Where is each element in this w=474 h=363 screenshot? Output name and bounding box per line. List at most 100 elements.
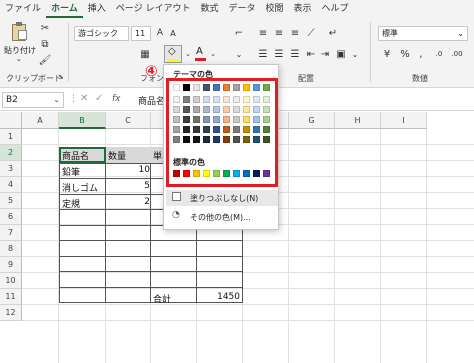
theme-shade-swatch[interactable]: [203, 106, 210, 113]
orientation-icon[interactable]: ⌐: [232, 27, 246, 40]
theme-shade-swatch[interactable]: [233, 126, 240, 133]
menu-insert[interactable]: 挿入: [83, 0, 111, 18]
menu-file[interactable]: ファイル: [0, 0, 46, 18]
standard-color-swatch[interactable]: [203, 170, 210, 177]
percent-icon[interactable]: %: [398, 48, 412, 61]
align-bottom-icon[interactable]: ≡: [288, 27, 302, 40]
borders-icon[interactable]: ▦: [138, 48, 152, 61]
insert-function-icon[interactable]: fx: [112, 94, 121, 104]
row-header-4[interactable]: 4: [0, 177, 22, 193]
name-box[interactable]: B2 ⌄: [2, 92, 64, 108]
align-left-icon[interactable]: ☰: [256, 48, 270, 61]
cut-icon[interactable]: ✂: [38, 22, 52, 35]
cell-c4[interactable]: 5: [106, 181, 150, 191]
column-header-i[interactable]: I: [381, 112, 427, 129]
cell-d11[interactable]: 合計: [153, 292, 171, 305]
copy-icon[interactable]: ⧉: [38, 38, 52, 51]
theme-shade-swatch[interactable]: [263, 96, 270, 103]
menu-page-layout[interactable]: ページ レイアウト: [111, 0, 196, 18]
theme-shade-swatch[interactable]: [213, 116, 220, 123]
select-all-corner[interactable]: [0, 112, 22, 129]
column-header-h[interactable]: H: [335, 112, 381, 129]
font-size-select[interactable]: 11: [131, 26, 151, 41]
align-top-icon[interactable]: ≡: [256, 27, 270, 40]
standard-color-swatch[interactable]: [173, 170, 180, 177]
theme-shade-swatch[interactable]: [213, 136, 220, 143]
theme-shade-swatch[interactable]: [233, 96, 240, 103]
row-header-6[interactable]: 6: [0, 209, 22, 225]
theme-shade-swatch[interactable]: [223, 106, 230, 113]
theme-shade-swatch[interactable]: [223, 96, 230, 103]
theme-color-swatch[interactable]: [263, 84, 270, 91]
no-fill-option[interactable]: 塗りつぶしなし(N): [166, 190, 278, 206]
theme-shade-swatch[interactable]: [203, 136, 210, 143]
theme-shade-swatch[interactable]: [223, 126, 230, 133]
chevron-down-icon[interactable]: ⌄: [348, 48, 362, 61]
standard-color-swatch[interactable]: [243, 170, 250, 177]
column-header-a[interactable]: A: [22, 112, 59, 129]
theme-shade-swatch[interactable]: [203, 126, 210, 133]
cell-c3[interactable]: 10: [106, 165, 150, 175]
decrease-decimal-icon[interactable]: .00: [450, 48, 464, 61]
theme-color-swatch[interactable]: [213, 84, 220, 91]
standard-color-swatch[interactable]: [253, 170, 260, 177]
row-header-7[interactable]: 7: [0, 225, 22, 241]
cell-c2[interactable]: 数量: [108, 149, 126, 162]
theme-shade-swatch[interactable]: [223, 116, 230, 123]
theme-color-swatch[interactable]: [233, 84, 240, 91]
increase-indent-icon[interactable]: ⇥: [318, 48, 332, 61]
theme-shade-swatch[interactable]: [213, 106, 220, 113]
menu-formulas[interactable]: 数式: [195, 0, 223, 18]
theme-shade-swatch[interactable]: [193, 126, 200, 133]
theme-shade-swatch[interactable]: [243, 106, 250, 113]
standard-color-swatch[interactable]: [233, 170, 240, 177]
fill-color-dropdown-icon[interactable]: ⌄: [181, 48, 195, 61]
theme-shade-swatch[interactable]: [173, 96, 180, 103]
align-middle-icon[interactable]: ≡: [272, 27, 286, 40]
shrink-font-icon[interactable]: A: [166, 27, 180, 40]
column-header-g[interactable]: G: [289, 112, 335, 129]
theme-shade-swatch[interactable]: [203, 116, 210, 123]
theme-color-swatch[interactable]: [173, 84, 180, 91]
align-center-icon[interactable]: ☰: [272, 48, 286, 61]
theme-color-swatch[interactable]: [203, 84, 210, 91]
row-header-1[interactable]: 1: [0, 129, 22, 145]
theme-shade-swatch[interactable]: [253, 116, 260, 123]
theme-shade-swatch[interactable]: [243, 116, 250, 123]
theme-shade-swatch[interactable]: [263, 106, 270, 113]
theme-color-swatch[interactable]: [243, 84, 250, 91]
wrap-text-icon[interactable]: ↵: [326, 27, 340, 40]
cell-d2[interactable]: 単: [153, 149, 162, 162]
menu-review[interactable]: 校閲: [260, 0, 288, 18]
menu-data[interactable]: データ: [223, 0, 260, 18]
row-header-5[interactable]: 5: [0, 193, 22, 209]
fill-color-button[interactable]: ◇: [164, 45, 182, 63]
menu-help[interactable]: ヘルプ: [317, 0, 354, 18]
column-header-c[interactable]: C: [106, 112, 151, 129]
enter-icon[interactable]: ✓: [95, 93, 103, 104]
theme-shade-swatch[interactable]: [183, 116, 190, 123]
standard-color-swatch[interactable]: [193, 170, 200, 177]
theme-shade-swatch[interactable]: [183, 106, 190, 113]
grow-font-icon[interactable]: A: [153, 27, 167, 40]
clipboard-launcher-icon[interactable]: ⬊: [58, 73, 64, 81]
font-name-select[interactable]: 游ゴシック: [74, 26, 129, 41]
menu-home[interactable]: ホーム: [46, 0, 83, 18]
theme-shade-swatch[interactable]: [173, 136, 180, 143]
theme-shade-swatch[interactable]: [173, 116, 180, 123]
theme-shade-swatch[interactable]: [253, 96, 260, 103]
theme-shade-swatch[interactable]: [183, 96, 190, 103]
theme-shade-swatch[interactable]: [193, 116, 200, 123]
row-header-10[interactable]: 10: [0, 273, 22, 289]
theme-shade-swatch[interactable]: [203, 96, 210, 103]
format-painter-icon[interactable]: 🖌: [38, 54, 52, 67]
theme-shade-swatch[interactable]: [243, 96, 250, 103]
theme-color-swatch[interactable]: [183, 84, 190, 91]
theme-shade-swatch[interactable]: [243, 126, 250, 133]
theme-shade-swatch[interactable]: [173, 106, 180, 113]
theme-shade-swatch[interactable]: [213, 126, 220, 133]
theme-shade-swatch[interactable]: [193, 136, 200, 143]
standard-color-swatch[interactable]: [223, 170, 230, 177]
font-color-dropdown-icon[interactable]: ⌄: [206, 48, 220, 61]
paste-button[interactable]: 貼り付け ⌄: [4, 22, 36, 63]
